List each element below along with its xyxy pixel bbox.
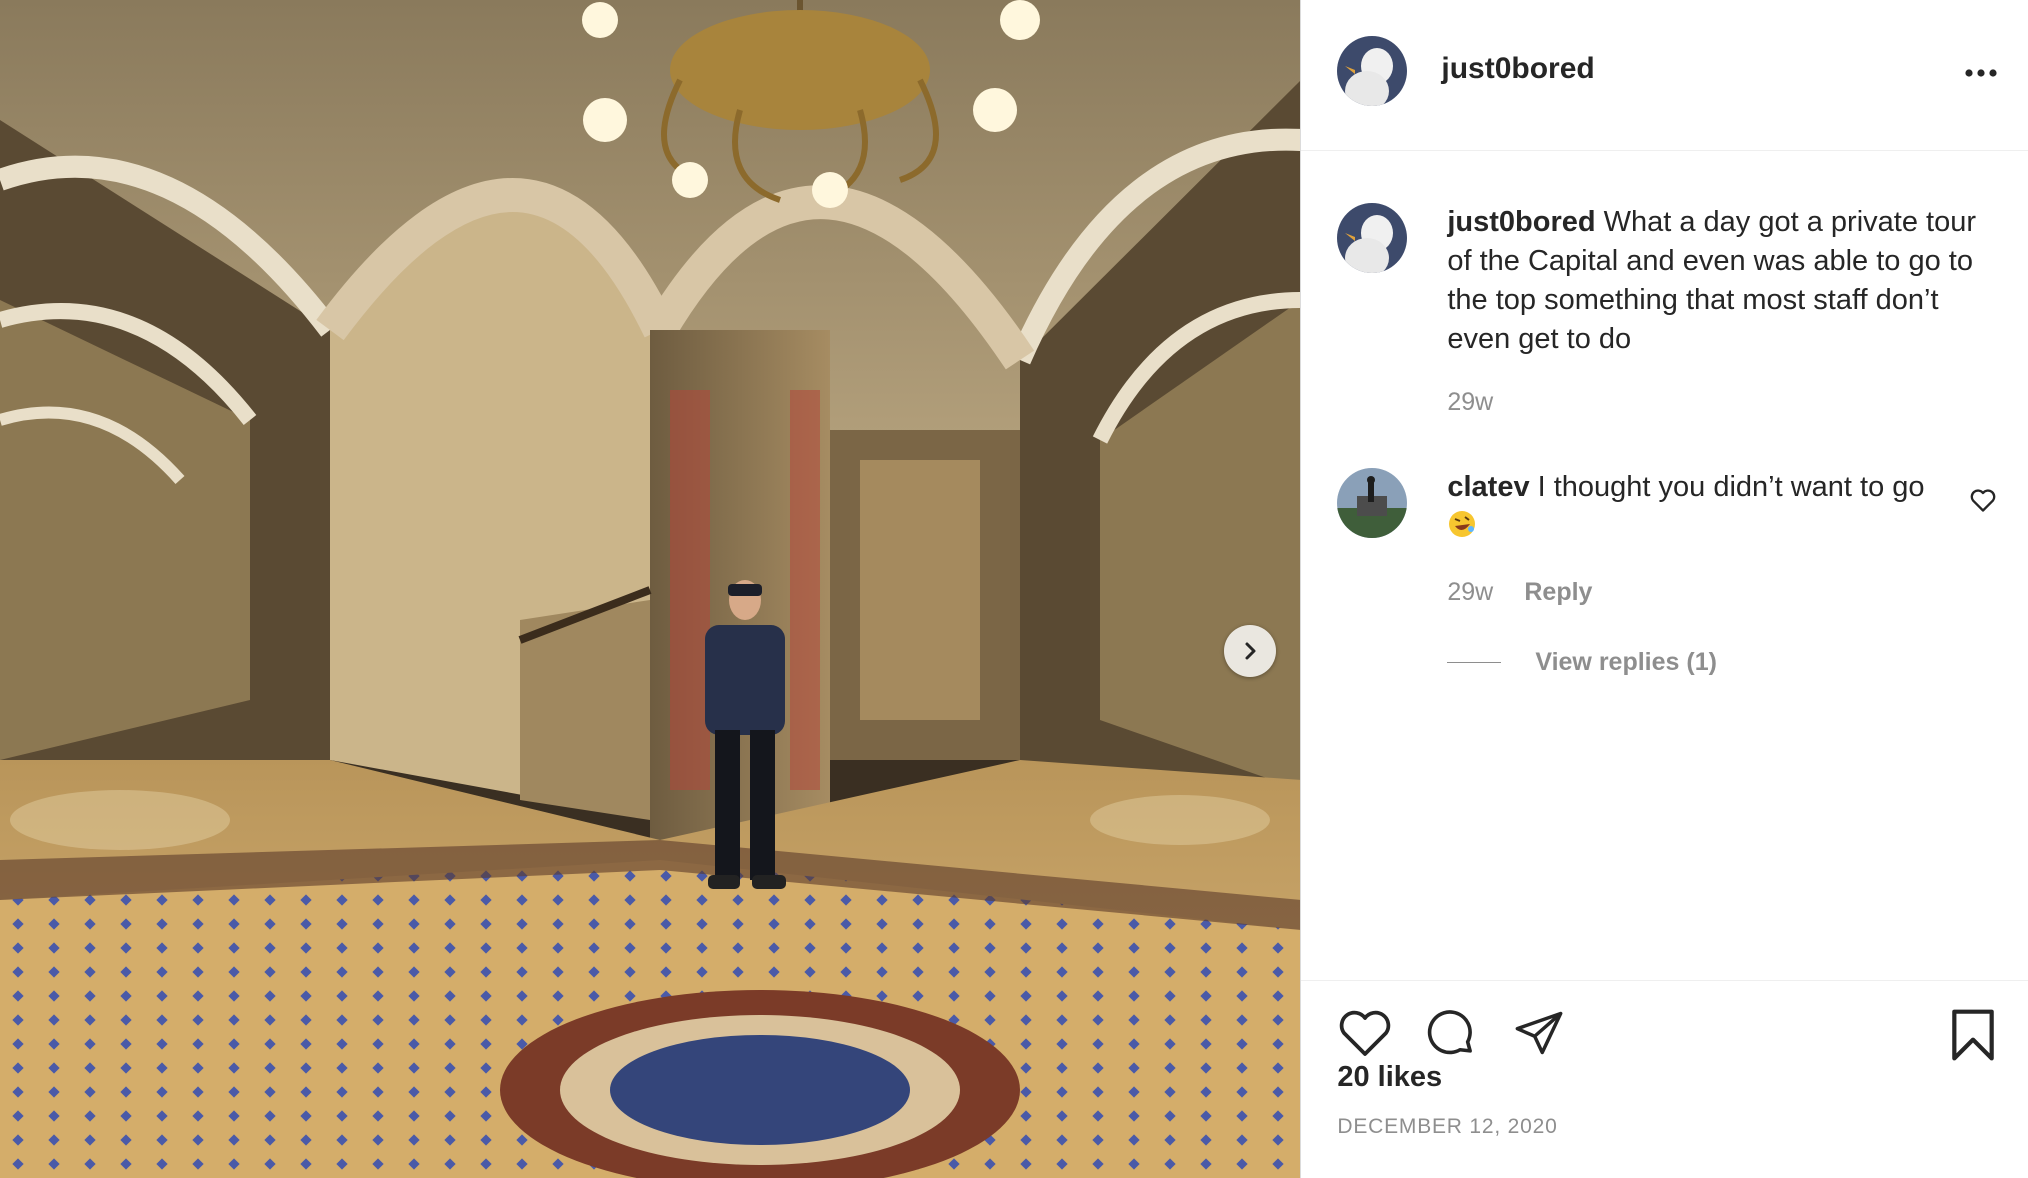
comment-timestamp[interactable]: 29w <box>1447 578 1493 607</box>
reply-button[interactable]: Reply <box>1524 578 1592 607</box>
rolling-laughing-emoji <box>1449 511 1476 537</box>
post-side-panel: just0bored just0bored What a day got a p… <box>1300 0 2028 1178</box>
view-replies-button[interactable]: View replies (1) <box>1447 648 1717 677</box>
caption-text-block: just0bored What a day got a private tour … <box>1447 203 1987 359</box>
post-photo[interactable] <box>0 0 1301 1178</box>
comment-text: I thought you didn’t want to go <box>1537 471 1925 503</box>
post-footer: 20 likes DECEMBER 12, 2020 <box>1301 980 2028 1178</box>
heart-icon <box>1971 489 1996 512</box>
post-container: just0bored just0bored What a day got a p… <box>0 0 2028 1178</box>
commenter-avatar[interactable] <box>1337 468 1408 538</box>
like-button[interactable] <box>1337 1007 1393 1064</box>
more-options-button[interactable] <box>1961 56 2001 86</box>
view-replies-label: View replies (1) <box>1535 648 1717 676</box>
bookmark-icon <box>1952 1009 1995 1061</box>
caption-timestamp[interactable]: 29w <box>1447 388 1493 417</box>
caption-avatar[interactable] <box>1337 203 1408 273</box>
comment-like-button[interactable] <box>1969 486 1997 514</box>
comment-icon <box>1428 1010 1473 1055</box>
comments-section: just0bored What a day got a private tour … <box>1301 150 2028 980</box>
likes-count[interactable]: 20 likes <box>1337 1061 1442 1094</box>
chevron-right-icon <box>1245 642 1256 660</box>
save-button[interactable] <box>1947 1007 1999 1068</box>
author-username[interactable]: just0bored <box>1441 52 1594 86</box>
caption-username[interactable]: just0bored <box>1447 206 1595 238</box>
comment-text-block: clatev I thought you didn’t want to go <box>1447 468 1947 546</box>
share-icon <box>1515 1011 1563 1055</box>
comment-button[interactable] <box>1423 1007 1479 1066</box>
post-date[interactable]: DECEMBER 12, 2020 <box>1337 1115 1557 1139</box>
post-header: just0bored <box>1301 0 2028 151</box>
next-photo-button[interactable] <box>1224 625 1276 677</box>
comment-username[interactable]: clatev <box>1447 471 1529 503</box>
heart-icon <box>1340 1010 1391 1056</box>
author-avatar[interactable] <box>1337 36 1408 106</box>
share-button[interactable] <box>1511 1007 1567 1064</box>
view-replies-divider <box>1447 662 1502 663</box>
hallway-photo <box>0 0 1301 1178</box>
more-horizontal-icon <box>1965 69 1997 77</box>
